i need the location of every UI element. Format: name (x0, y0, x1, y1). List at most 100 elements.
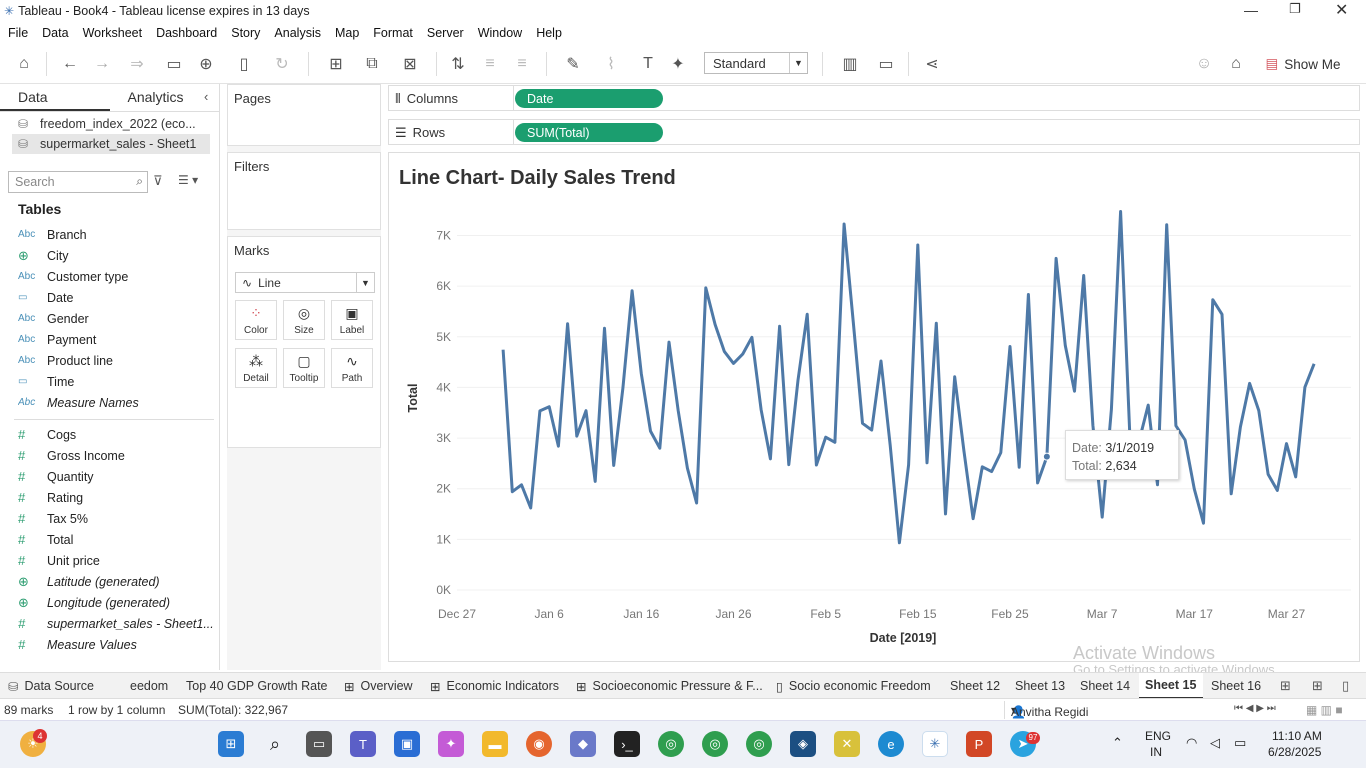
file-explorer-icon[interactable]: ▬ (482, 731, 508, 757)
size-button[interactable]: ◎ Size (283, 300, 325, 340)
chrome-icon[interactable]: ◎ (658, 731, 684, 757)
store-icon[interactable]: ▣ (394, 731, 420, 757)
format-icon[interactable]: ⌂ (1224, 52, 1248, 76)
field-product-line[interactable]: Abc Product line (18, 350, 216, 371)
labels-icon[interactable]: T (636, 52, 660, 76)
user-menu[interactable]: 👤 Anvitha Regidi ▾ (1004, 701, 1126, 719)
fit-dropdown[interactable]: Standard ▼ (704, 52, 808, 74)
tab-sheet13[interactable]: Sheet 13 (1009, 673, 1071, 699)
view-options-icon[interactable]: ☰ ▾ (178, 173, 198, 187)
field-date[interactable]: ▭ Date (18, 287, 216, 308)
tab-top40[interactable]: Top 40 GDP Growth Rate (180, 673, 336, 699)
chart-view[interactable]: Line Chart- Daily Sales Trend 0K 1K 2K 3K 4K… (388, 152, 1360, 662)
chrome-profile2-icon[interactable]: ◎ (746, 731, 772, 757)
edge-icon[interactable]: e (878, 731, 904, 757)
menu-help[interactable]: Help (536, 26, 562, 40)
color-button[interactable]: ⁘ Color (235, 300, 277, 340)
new-datasource-icon[interactable]: ⊕ (194, 52, 218, 76)
field-payment[interactable]: Abc Payment (18, 329, 216, 350)
menu-format[interactable]: Format (373, 26, 413, 40)
clock-date[interactable]: 6/28/2025 (1268, 745, 1321, 759)
tab-data-source[interactable]: ⛁ Data Source (2, 673, 122, 699)
sum-total-pill[interactable]: SUM(Total) (515, 123, 663, 142)
refresh-icon[interactable]: ↻ (264, 52, 300, 76)
detail-button[interactable]: ⁂ Detail (235, 348, 277, 388)
field-tax-5-[interactable]: # Tax 5% (18, 508, 216, 529)
group-icon[interactable]: ⌇ (594, 52, 628, 76)
task-view-icon[interactable]: ▭ (306, 731, 332, 757)
menu-data[interactable]: Data (42, 26, 68, 40)
datasource-supermarket[interactable]: ⛁ supermarket_sales - Sheet1 (12, 134, 210, 154)
new-worksheet-icon[interactable]: ⊞ (1280, 678, 1291, 694)
tab-economic-indicators[interactable]: ⊞ Economic Indicators (424, 673, 566, 699)
grid-view-icon[interactable]: ▦ ▥ ■ (1306, 703, 1343, 717)
tab-socio-freedom[interactable]: ▯ Socio economic Freedom (770, 673, 942, 699)
tab-freedom[interactable]: eedom (124, 673, 178, 699)
tab-overview[interactable]: ⊞ Overview (338, 673, 420, 699)
replay-icon[interactable]: ⇒ (120, 52, 154, 76)
ask-data-icon[interactable]: ☺ (1192, 52, 1216, 76)
pin-icon[interactable]: ✦ (666, 52, 690, 76)
menu-story[interactable]: Story (231, 26, 260, 40)
duplicate-icon[interactable]: ⧉ (360, 52, 384, 76)
lang-eng[interactable]: ENG (1145, 729, 1171, 743)
menu-dashboard[interactable]: Dashboard (156, 26, 217, 40)
clock-time[interactable]: 11:10 AM (1272, 729, 1322, 743)
app2-icon[interactable]: ✕ (834, 731, 860, 757)
menu-file[interactable]: File (8, 26, 28, 40)
teams-icon[interactable]: T (350, 731, 376, 757)
tab-socio-pressure[interactable]: ⊞ Socioeconomic Pressure & F... (570, 673, 768, 699)
new-story-icon[interactable]: ▯ (1342, 678, 1349, 694)
share-icon[interactable]: ⋖ (920, 52, 944, 76)
show-cards-icon[interactable]: ▥ (832, 52, 868, 76)
tooltip-button[interactable]: ▢ Tooltip (283, 348, 325, 388)
highlight-icon[interactable]: ✎ (556, 52, 590, 76)
field-gender[interactable]: Abc Gender (18, 308, 216, 329)
collapse-icon[interactable]: ‹ (204, 89, 208, 104)
sales-line[interactable] (501, 210, 1316, 545)
field-city[interactable]: ⊕ City (18, 245, 216, 266)
field-gross-income[interactable]: # Gross Income (18, 445, 216, 466)
minimize-button[interactable]: — (1244, 2, 1258, 18)
field-time[interactable]: ▭ Time (18, 371, 216, 392)
tab-sheet15[interactable]: Sheet 15 (1139, 673, 1203, 699)
new-worksheet-icon[interactable]: ⊞ (318, 52, 354, 76)
field-longitude-generated-[interactable]: ⊕ Longitude (generated) (18, 592, 216, 613)
windows-start-icon[interactable]: ⊞ (218, 731, 244, 757)
redo-icon[interactable]: → (90, 52, 114, 76)
mark-type-dropdown[interactable]: ∿ Line ▼ (235, 272, 375, 293)
field-cogs[interactable]: # Cogs (18, 424, 216, 445)
menu-map[interactable]: Map (335, 26, 359, 40)
sheet-nav[interactable]: ⏮ ◀ ▶ ⏭ (1234, 703, 1276, 714)
menu-worksheet[interactable]: Worksheet (83, 26, 143, 40)
firefox-icon[interactable]: ◉ (526, 731, 552, 757)
field-supermarket-sales-sheet1-[interactable]: # supermarket_sales - Sheet1... (18, 613, 216, 634)
volume-icon[interactable]: ◁ (1210, 735, 1220, 751)
wifi-icon[interactable]: ◠ (1186, 735, 1197, 751)
home-icon[interactable]: ⌂ (12, 52, 36, 76)
menu-server[interactable]: Server (427, 26, 464, 40)
field-customer-type[interactable]: Abc Customer type (18, 266, 216, 287)
rows-shelf[interactable]: ☰ Rows SUM(Total) (388, 119, 1360, 145)
date-pill[interactable]: Date (515, 89, 663, 108)
tab-sheet14[interactable]: Sheet 14 (1074, 673, 1136, 699)
columns-shelf[interactable]: ⦀ Columns Date (388, 85, 1360, 111)
menu-analysis[interactable]: Analysis (274, 26, 321, 40)
clear-sheet-icon[interactable]: ⊠ (392, 52, 428, 76)
field-branch[interactable]: Abc Branch (18, 224, 216, 245)
filters-card[interactable]: Filters (227, 152, 381, 230)
save-icon[interactable]: ▭ (162, 52, 186, 76)
search-icon[interactable]: ⌕ (262, 731, 288, 757)
tab-sheet12[interactable]: Sheet 12 (944, 673, 1006, 699)
battery-icon[interactable]: ▭ (1234, 735, 1246, 751)
chevron-up-icon[interactable]: ⌃ (1112, 735, 1123, 751)
sort-asc-icon[interactable]: ≡ (478, 52, 502, 76)
undo-icon[interactable]: ← (58, 52, 82, 76)
datasource-freedom[interactable]: ⛁ freedom_index_2022 (eco... (12, 114, 210, 134)
field-latitude-generated-[interactable]: ⊕ Latitude (generated) (18, 571, 216, 592)
tableau-icon[interactable]: ✳ (922, 731, 948, 757)
field-total[interactable]: # Total (18, 529, 216, 550)
pause-updates-icon[interactable]: ▯ (226, 52, 262, 76)
field-measure-values[interactable]: # Measure Values (18, 634, 216, 655)
close-button[interactable]: ✕ (1335, 0, 1348, 20)
